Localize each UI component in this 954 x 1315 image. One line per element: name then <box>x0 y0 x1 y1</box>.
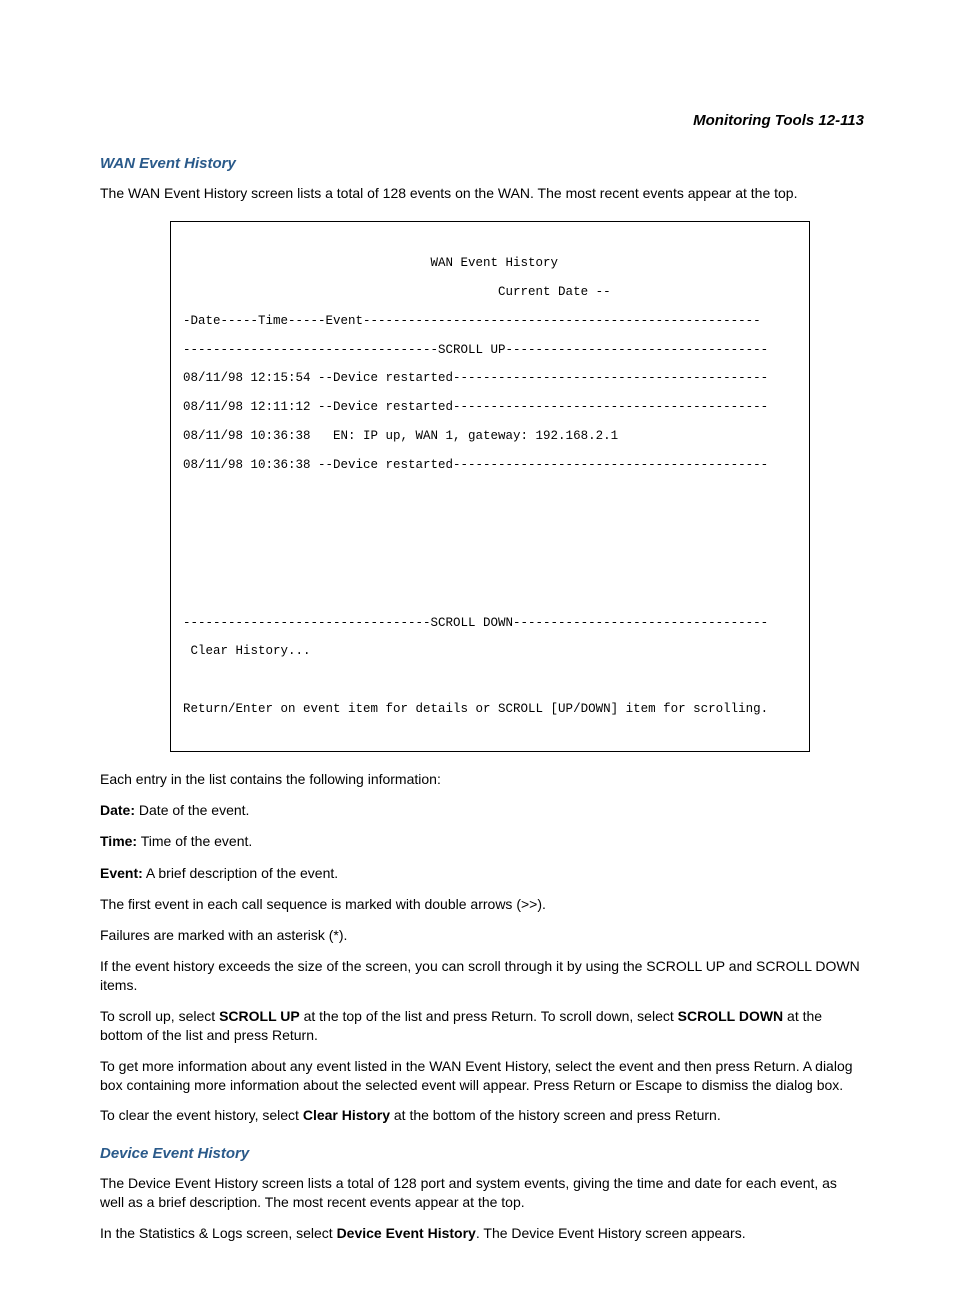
terminal-line: 08/11/98 12:15:54 --Device restarted----… <box>183 371 797 385</box>
terminal-line: ---------------------------------SCROLL … <box>183 616 797 630</box>
time-field: Time: Time of the event. <box>100 832 864 852</box>
terminal-line: ----------------------------------SCROLL… <box>183 343 797 357</box>
time-text: Time of the event. <box>137 833 252 849</box>
section-heading-device: Device Event History <box>100 1143 864 1164</box>
device-intro: The Device Event History screen lists a … <box>100 1174 864 1212</box>
more-info-note: To get more information about any event … <box>100 1057 864 1095</box>
terminal-line: Current Date -- <box>183 285 797 299</box>
device-select-note: In the Statistics & Logs screen, select … <box>100 1224 864 1243</box>
time-label: Time: <box>100 833 137 849</box>
section-heading-wan: WAN Event History <box>100 153 864 174</box>
device-event-history-bold: Device Event History <box>337 1225 476 1241</box>
t: To scroll up, select <box>100 1008 219 1024</box>
scroll-down-bold: SCROLL DOWN <box>678 1008 784 1024</box>
terminal-line: 08/11/98 12:11:12 --Device restarted----… <box>183 400 797 414</box>
terminal-line: WAN Event History <box>183 256 797 270</box>
date-label: Date: <box>100 802 135 818</box>
scroll-instructions: To scroll up, select SCROLL UP at the to… <box>100 1007 864 1045</box>
date-text: Date of the event. <box>135 802 249 818</box>
terminal-line: Clear History... <box>183 644 797 658</box>
event-text: A brief description of the event. <box>143 865 338 881</box>
arrows-note: The first event in each call sequence is… <box>100 895 864 914</box>
clear-history-bold: Clear History <box>303 1107 390 1123</box>
t: To clear the event history, select <box>100 1107 303 1123</box>
date-field: Date: Date of the event. <box>100 801 864 821</box>
terminal-line: -Date-----Time-----Event----------------… <box>183 314 797 328</box>
event-label: Event: <box>100 865 143 881</box>
t: at the top of the list and press Return.… <box>300 1008 678 1024</box>
scroll-note: If the event history exceeds the size of… <box>100 957 864 995</box>
terminal-line: 08/11/98 10:36:38 --Device restarted----… <box>183 458 797 472</box>
failures-note: Failures are marked with an asterisk (*)… <box>100 926 864 945</box>
t: . The Device Event History screen appear… <box>476 1225 746 1241</box>
clear-history-note: To clear the event history, select Clear… <box>100 1106 864 1125</box>
terminal-line: Return/Enter on event item for details o… <box>183 702 797 716</box>
intro-paragraph: The WAN Event History screen lists a tot… <box>100 184 864 203</box>
page-header: Monitoring Tools 12-113 <box>100 110 864 131</box>
entry-intro: Each entry in the list contains the foll… <box>100 770 864 789</box>
terminal-screenshot: WAN Event History Current Date -- -Date-… <box>170 221 810 752</box>
t: In the Statistics & Logs screen, select <box>100 1225 337 1241</box>
t: at the bottom of the history screen and … <box>390 1107 721 1123</box>
event-field: Event: A brief description of the event. <box>100 864 864 884</box>
scroll-up-bold: SCROLL UP <box>219 1008 300 1024</box>
terminal-line: 08/11/98 10:36:38 EN: IP up, WAN 1, gate… <box>183 429 797 443</box>
